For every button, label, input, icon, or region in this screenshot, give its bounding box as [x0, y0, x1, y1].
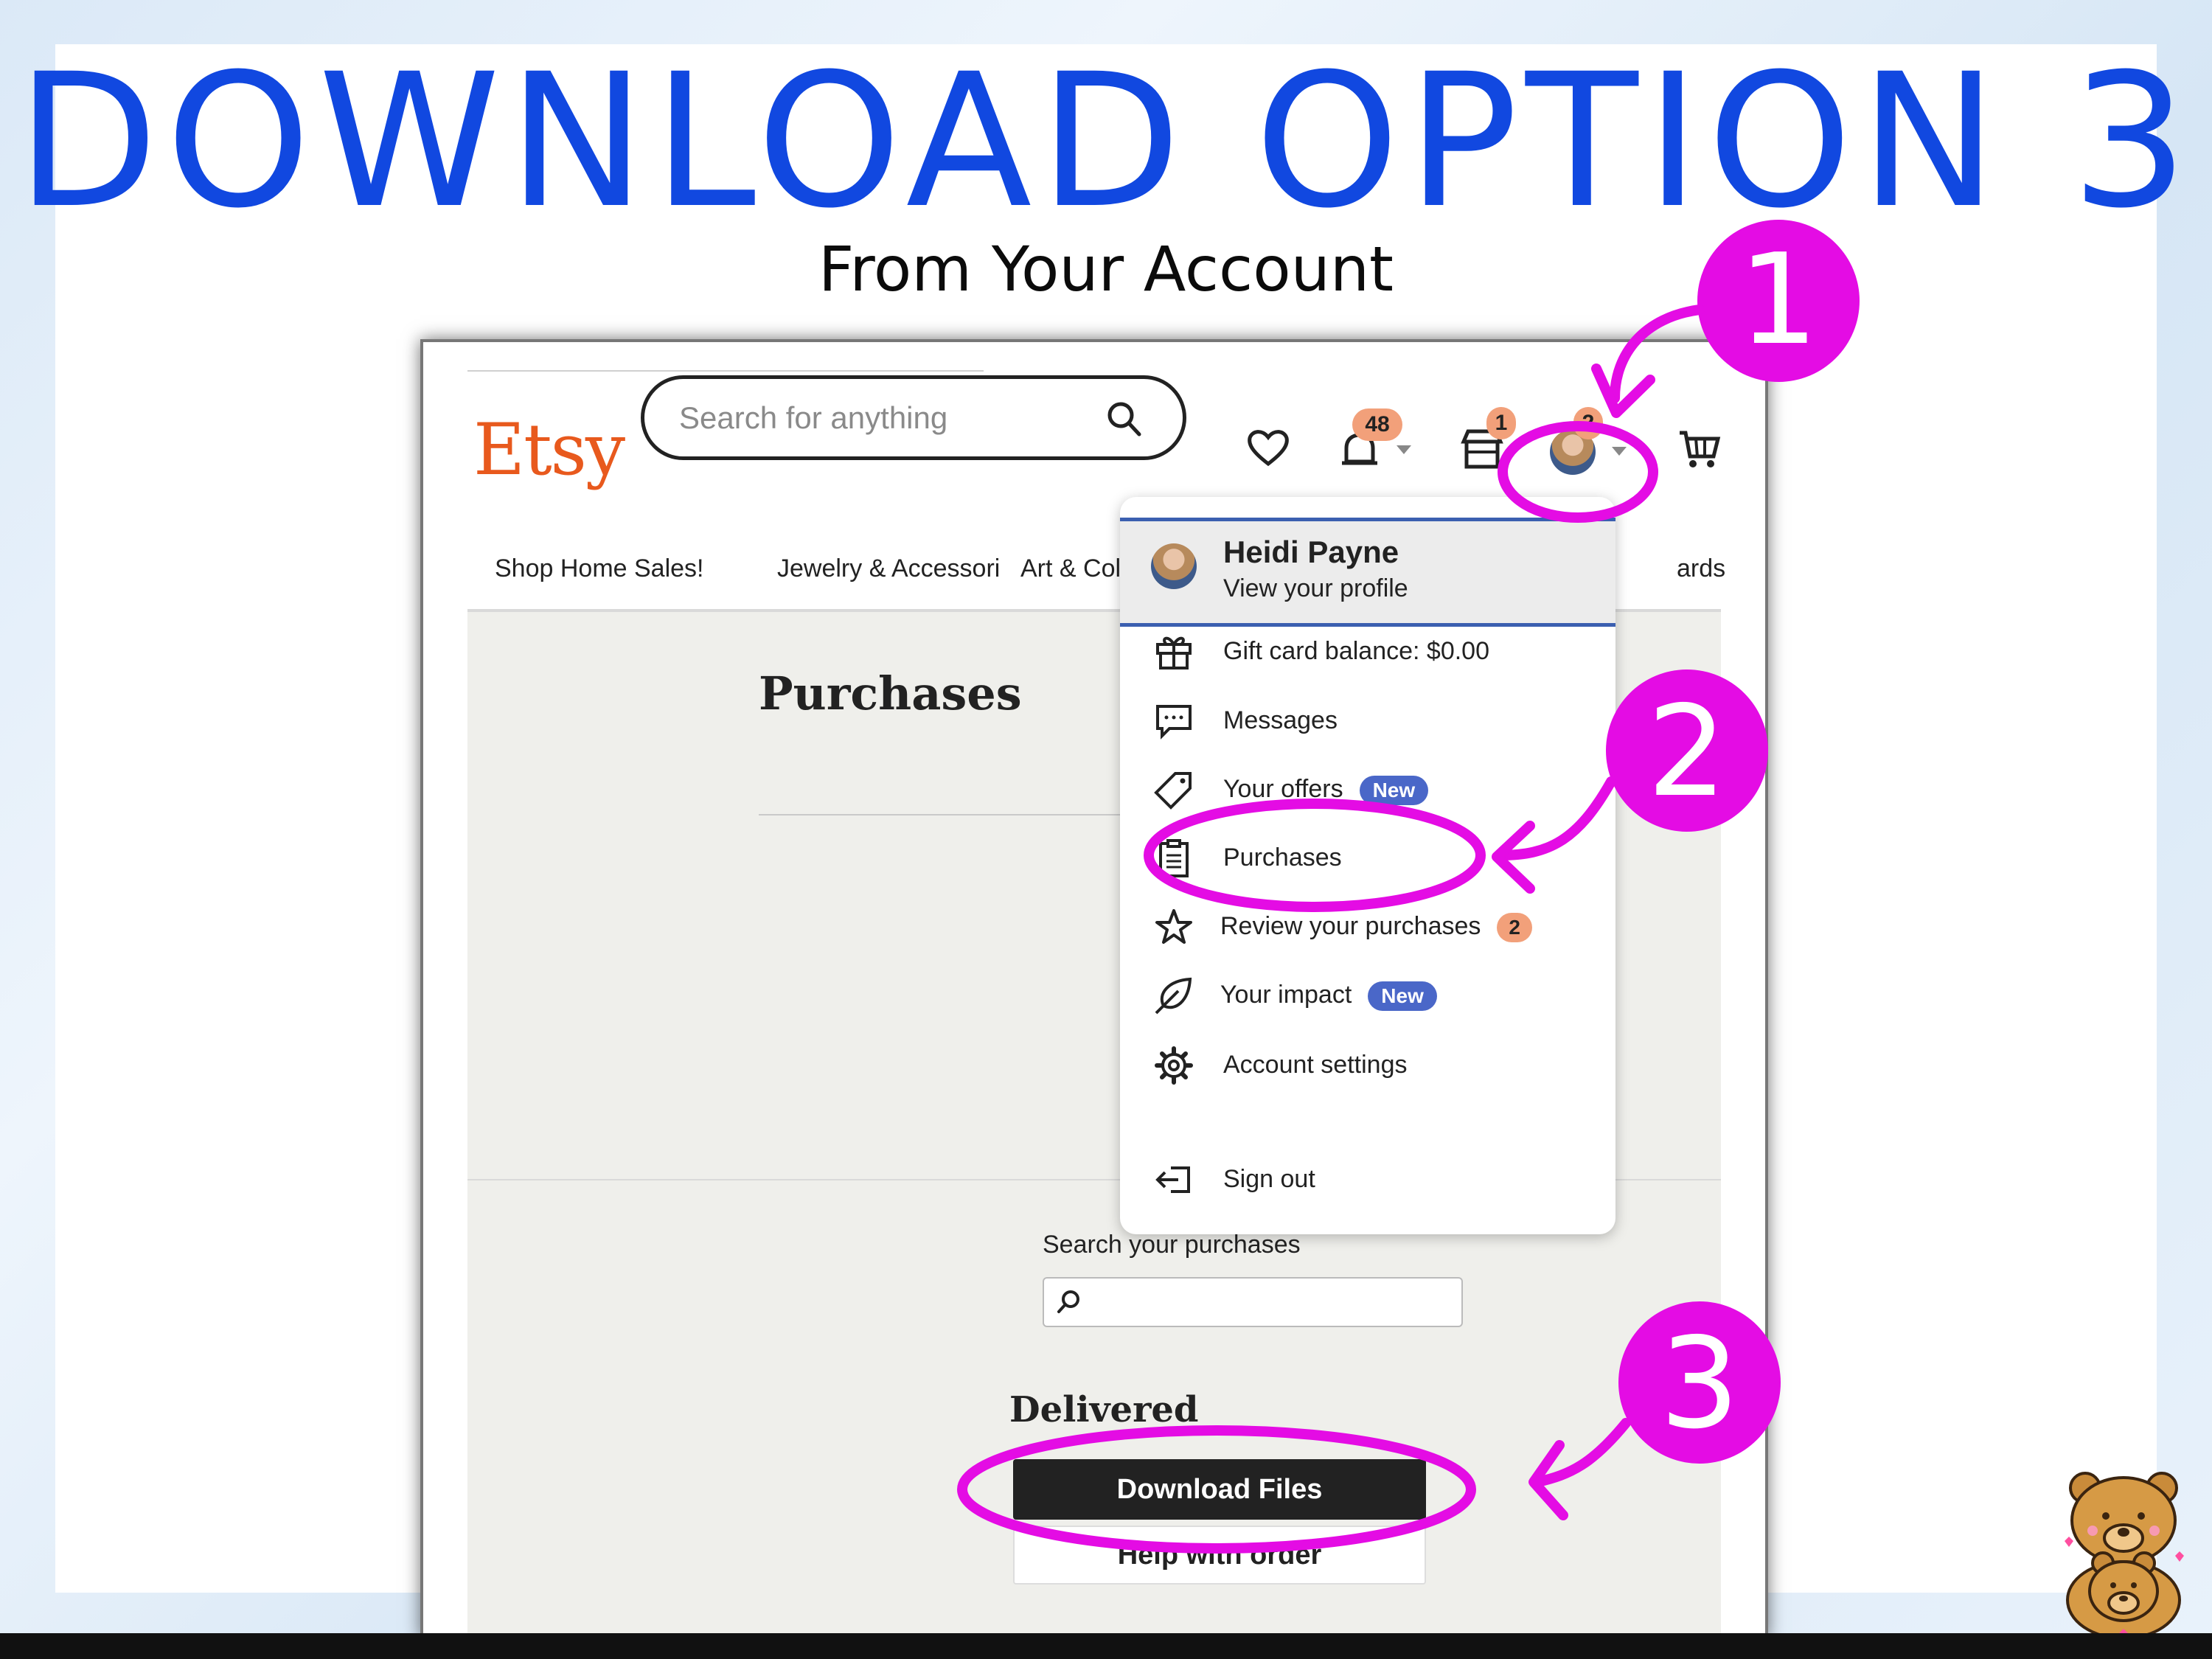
title-divider — [759, 814, 1172, 815]
menu-item-sign-out[interactable]: Sign out — [1120, 1150, 1615, 1209]
etsy-logo[interactable]: Etsy — [473, 408, 625, 491]
page-title: Purchases — [759, 667, 1022, 720]
account-badge: 2 — [1573, 407, 1603, 439]
account-dropdown-menu: Heidi Payne View your profile Gift card … — [1120, 497, 1615, 1234]
search-bar[interactable] — [641, 375, 1186, 460]
menu-item-label: Account settings — [1223, 1051, 1408, 1079]
menu-item-your-impact[interactable]: Your impact New — [1120, 966, 1615, 1025]
nav-item[interactable]: Shop Home Sales! — [495, 554, 704, 583]
help-with-order-button[interactable]: Help with order — [1013, 1526, 1426, 1585]
bear-mascot-logo — [2065, 1472, 2184, 1640]
favorites-heart-icon[interactable] — [1245, 427, 1291, 468]
menu-item-label: Messages — [1223, 706, 1338, 734]
cart-icon[interactable] — [1677, 427, 1721, 471]
gear-icon — [1155, 1046, 1193, 1085]
search-purchases-field[interactable] — [1043, 1277, 1463, 1327]
menu-item-purchases[interactable]: Purchases — [1120, 829, 1615, 888]
search-purchases-label: Search your purchases — [1043, 1231, 1301, 1259]
view-profile-link[interactable]: View your profile — [1223, 574, 1408, 603]
menu-item-text: Review your purchases — [1220, 912, 1481, 940]
search-purchases-input[interactable] — [1088, 1286, 1453, 1320]
menu-item-account-settings[interactable]: Account settings — [1120, 1036, 1615, 1095]
star-icon — [1155, 909, 1192, 944]
notifications-badge: 48 — [1352, 408, 1402, 441]
menu-item-text: Your offers — [1223, 775, 1343, 803]
download-files-button[interactable]: Download Files — [1013, 1459, 1426, 1520]
new-pill: New — [1359, 776, 1429, 806]
tag-icon — [1154, 772, 1192, 810]
etsy-screenshot: Etsy 48 1 2 Shop Home Sales! Jewelry & A… — [420, 339, 1768, 1639]
headline: DOWNLOAD OPTION 3 — [16, 34, 2196, 248]
review-count-badge: 2 — [1497, 913, 1532, 943]
menu-item-text: Your impact — [1220, 981, 1352, 1009]
menu-item-messages[interactable]: Messages — [1120, 692, 1615, 751]
menu-item-label: Review your purchases 2 — [1220, 912, 1532, 943]
search-icon[interactable] — [1105, 400, 1142, 438]
menu-item-label: Sign out — [1223, 1165, 1315, 1193]
bottom-border — [0, 1633, 2212, 1659]
message-icon — [1156, 705, 1192, 740]
leaf-icon — [1155, 977, 1192, 1015]
subheadline: From Your Account — [818, 233, 1394, 305]
delivered-heading: Delivered — [1009, 1389, 1199, 1430]
chevron-down-icon[interactable] — [1395, 444, 1413, 456]
clipboard-icon — [1159, 839, 1189, 877]
nav-item[interactable]: Jewelry & Accessori — [777, 554, 1000, 583]
search-icon — [1057, 1290, 1079, 1313]
menu-item-label: Purchases — [1223, 844, 1342, 872]
menu-item-label: Your offers New — [1223, 775, 1429, 806]
menu-item-label: Your impact New — [1220, 981, 1437, 1012]
nav-item[interactable]: ards — [1677, 554, 1725, 583]
profile-menu-item[interactable]: Heidi Payne View your profile — [1120, 518, 1615, 627]
header-divider — [467, 370, 984, 372]
sign-out-icon — [1155, 1166, 1190, 1193]
menu-item-label: Gift card balance: $0.00 — [1223, 637, 1490, 665]
new-pill: New — [1368, 981, 1437, 1012]
menu-item-your-offers[interactable]: Your offers New — [1120, 760, 1615, 819]
gift-icon — [1156, 636, 1192, 669]
shop-badge: 1 — [1486, 407, 1516, 439]
menu-item-gift-card[interactable]: Gift card balance: $0.00 — [1120, 622, 1615, 681]
avatar — [1151, 543, 1197, 589]
search-input[interactable] — [678, 395, 1093, 441]
profile-name: Heidi Payne — [1223, 535, 1399, 569]
chevron-down-icon[interactable] — [1610, 445, 1628, 457]
menu-item-review-purchases[interactable]: Review your purchases 2 — [1120, 897, 1615, 956]
